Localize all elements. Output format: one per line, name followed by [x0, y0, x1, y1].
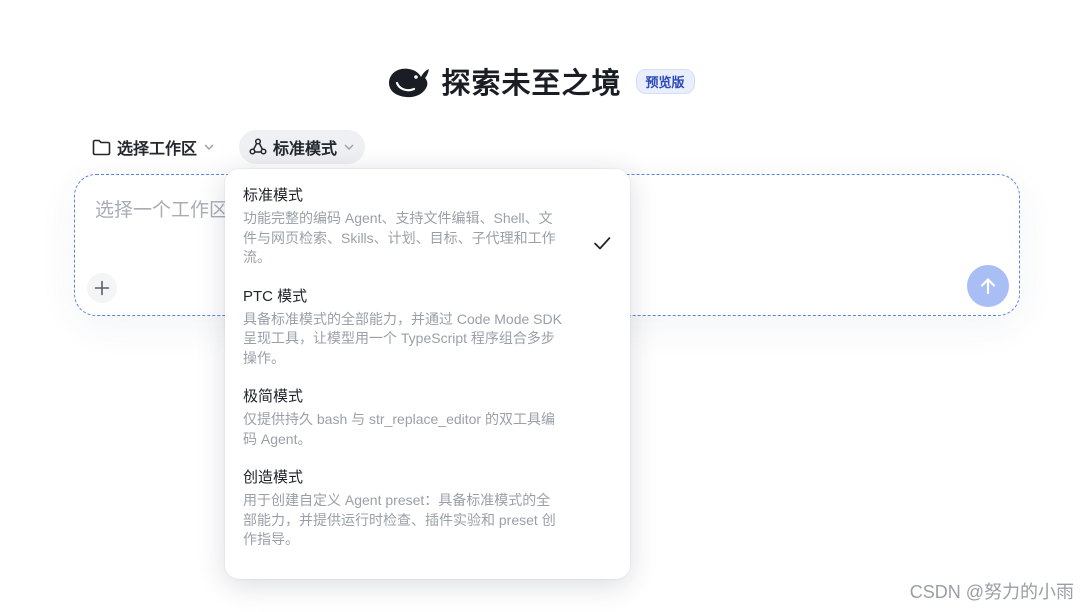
page: 探索未至之境 预览版 选择工作区 标准模式 选择一个工作区 标准模式 功能完整的…: [0, 0, 1080, 612]
desc-line: 呈现工具，让模型用一个 TypeScript 程序组合多步: [243, 330, 555, 346]
watermark: CSDN @努力的小雨: [909, 582, 1074, 602]
workspace-select-button[interactable]: 选择工作区: [82, 130, 225, 164]
mode-option-desc: 用于创建自定义 Agent preset：具备标准模式的全 部能力，并提供运行时…: [243, 491, 570, 550]
preview-badge: 预览版: [635, 68, 695, 94]
arrow-up-icon: [980, 278, 996, 295]
desc-line: 功能完整的编码 Agent、支持文件编辑、Shell、文: [243, 210, 553, 226]
mode-option-creative[interactable]: 创造模式 用于创建自定义 Agent preset：具备标准模式的全 部能力，并…: [225, 467, 630, 550]
desc-line: 用于创建自定义 Agent preset：具备标准模式的全: [243, 492, 551, 508]
mode-select-button[interactable]: 标准模式: [239, 130, 366, 164]
mode-select-label: 标准模式: [273, 141, 338, 158]
desc-line: 仅提供持久 bash 与 str_replace_editor 的双工具编: [243, 411, 555, 427]
desc-line: 操作。: [243, 349, 285, 366]
mode-option-desc: 功能完整的编码 Agent、支持文件编辑、Shell、文 件与网页检索、Skil…: [243, 209, 570, 268]
mode-option-standard[interactable]: 标准模式 功能完整的编码 Agent、支持文件编辑、Shell、文 件与网页检索…: [225, 185, 630, 268]
send-button[interactable]: [967, 265, 1009, 307]
desc-line: 作指导。: [243, 531, 299, 547]
desc-line: 码 Agent。: [243, 430, 312, 447]
folder-icon: [92, 139, 111, 155]
desc-line: 流。: [243, 249, 271, 265]
chevron-down-icon: [204, 144, 214, 150]
mode-option-title: 标准模式: [243, 187, 304, 204]
plus-icon: [94, 280, 110, 296]
mode-option-desc: 仅提供持久 bash 与 str_replace_editor 的双工具编 码 …: [243, 410, 570, 449]
mode-option-desc: 具备标准模式的全部能力，并通过 Code Mode SDK 呈现工具，让模型用一…: [243, 310, 570, 369]
mode-option-minimal[interactable]: 极简模式 仅提供持久 bash 与 str_replace_editor 的双工…: [225, 386, 630, 449]
page-title: 探索未至之境: [441, 68, 622, 100]
chevron-down-icon: [344, 144, 354, 150]
mode-option-title: PTC 模式: [243, 287, 308, 305]
header: 探索未至之境 预览版: [0, 60, 1080, 102]
checkmark-icon: [594, 237, 611, 250]
mode-option-ptc[interactable]: PTC 模式 具备标准模式的全部能力，并通过 Code Mode SDK 呈现工…: [225, 286, 630, 369]
mode-option-title: 极简模式: [243, 388, 304, 405]
whale-logo-icon: [389, 68, 430, 98]
mode-dropdown-menu: 标准模式 功能完整的编码 Agent、支持文件编辑、Shell、文 件与网页检索…: [225, 169, 630, 579]
desc-line: 部能力，并提供运行时检查、插件实验和 preset 创: [243, 511, 556, 528]
desc-line: 具备标准模式的全部能力，并通过 Code Mode SDK: [243, 310, 562, 327]
add-attachment-button[interactable]: [87, 273, 117, 303]
desc-line: 件与网页检索、Skills、计划、目标、子代理和工作: [243, 229, 556, 246]
mode-option-title: 创造模式: [243, 469, 304, 486]
mode-nodes-icon: [249, 138, 267, 155]
prompt-input-placeholder: 选择一个工作区: [95, 200, 229, 221]
toolbar: 选择工作区 标准模式: [82, 130, 366, 164]
workspace-select-label: 选择工作区: [117, 141, 198, 158]
